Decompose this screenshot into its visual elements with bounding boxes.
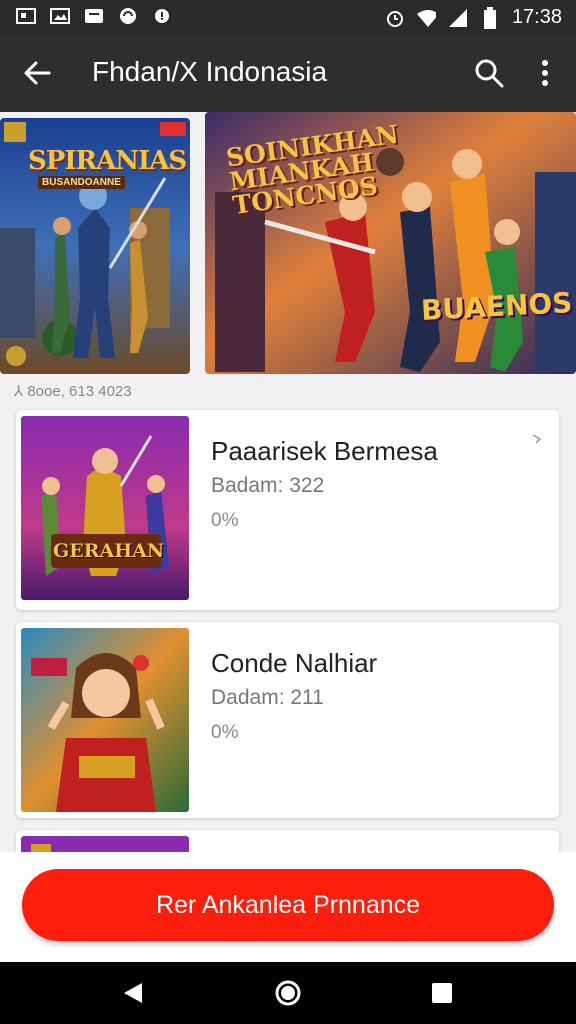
alert-icon: [152, 7, 172, 25]
search-icon[interactable]: [470, 54, 508, 92]
image-icon: [50, 7, 70, 25]
item-progress: 0%: [211, 510, 239, 531]
wifi-icon: [416, 9, 436, 27]
item-title: Paaarisek Bermesa: [211, 436, 438, 466]
banner-left-subtitle: BUSANDOANNE: [38, 176, 125, 189]
banner-meta: ⅄ 8ooe, 613 4023: [14, 383, 132, 400]
chevron-icon[interactable]: [531, 432, 543, 448]
square-recents-icon[interactable]: [424, 975, 460, 1011]
triangle-back-icon[interactable]: [115, 975, 151, 1011]
battery-icon: [480, 6, 500, 29]
item-title: Conde Nalhiar: [211, 648, 378, 678]
list-item[interactable]: Conde Nalhiar Dadam: 211 0%: [16, 622, 559, 818]
arrow-left-icon[interactable]: [18, 54, 56, 92]
item-subtitle: Badam: 322: [211, 474, 325, 497]
status-bar: 17:38: [0, 0, 576, 34]
primary-action-button[interactable]: Rer Ankanlea Prnnance: [22, 869, 554, 941]
game-thumbnail: GERAHAN: [21, 416, 189, 600]
game-thumbnail: [21, 628, 189, 812]
item-subtitle: Dadam: 211: [211, 686, 324, 709]
status-time: 17:38: [511, 6, 562, 28]
app-icon: [84, 7, 104, 25]
more-vertical-icon[interactable]: [530, 54, 560, 92]
item-progress: 0%: [211, 722, 239, 743]
notification-icon: [16, 7, 36, 25]
alarm-icon: [384, 9, 404, 27]
system-nav-bar: [0, 962, 576, 1024]
featured-banner-right[interactable]: SOINIKHAN MIANKAH TONCNOS BUAENOS: [205, 112, 576, 374]
signal-icon: [448, 8, 468, 27]
app-bar: Fhdan/X Indonasia: [0, 34, 576, 112]
banner-left-title: SPIRANIAS: [28, 146, 187, 176]
page-title: Fhdan/X Indonasia: [92, 56, 328, 87]
featured-banner-left[interactable]: SPIRANIAS BUSANDOANNE: [0, 118, 190, 374]
list-item[interactable]: GERAHAN Paaarisek Bermesa Badam: 322 0%: [16, 410, 559, 610]
sync-icon: [118, 7, 138, 25]
thumbnail-title: GERAHAN: [53, 540, 165, 562]
circle-home-icon[interactable]: [270, 975, 306, 1011]
